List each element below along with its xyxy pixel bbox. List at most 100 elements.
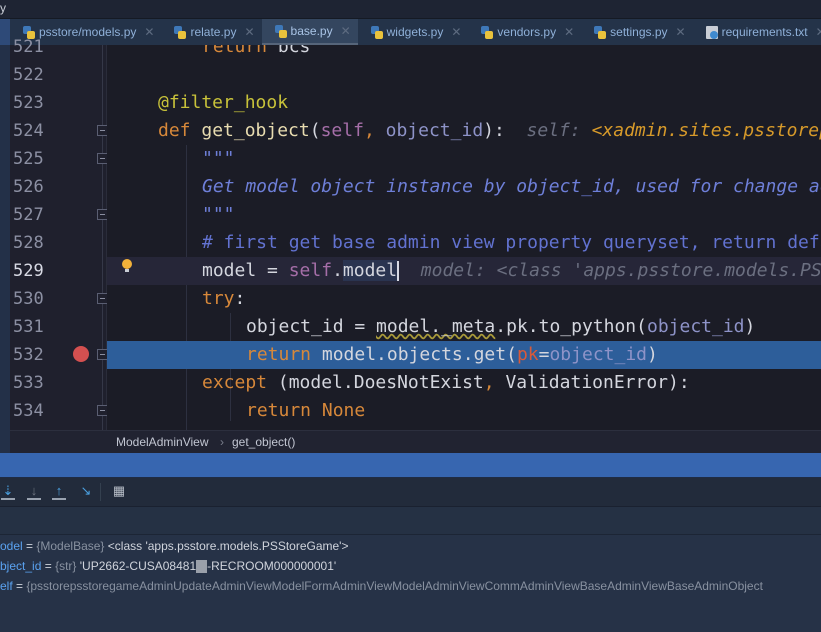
code-token: <xadmin.sites.psstoreps xyxy=(591,120,821,141)
line-number[interactable]: 527 xyxy=(10,201,107,229)
code-token: None xyxy=(311,400,366,421)
line-number[interactable]: 533 xyxy=(10,369,107,397)
tab-widgets-py[interactable]: widgets.py ✕ xyxy=(358,19,469,45)
code-token: model.objects.get( xyxy=(311,344,517,365)
step-into-icon[interactable]: ↓ xyxy=(27,484,41,500)
code-line[interactable]: return model.objects.get(pk=object_id) xyxy=(107,341,821,369)
line-number[interactable]: 528 xyxy=(10,229,107,257)
code-editor[interactable]: return bcs @filter_hook def get_object(sel… xyxy=(107,45,821,430)
window-title-bar: y xyxy=(0,0,821,18)
run-to-cursor-icon[interactable]: ↘ xyxy=(79,484,93,500)
code-token: ): xyxy=(483,120,527,141)
breadcrumb-separator: › xyxy=(220,435,224,449)
code-token: ValidationError): xyxy=(494,372,690,393)
code-token: .pk.to_python( xyxy=(495,316,647,337)
breadcrumb: ModelAdminView › get_object() xyxy=(10,430,821,453)
window-title: y xyxy=(0,1,6,15)
code-token: """ xyxy=(202,204,235,225)
variable-row[interactable]: elf = {psstorepsstoregameAdminUpdateAdmi… xyxy=(0,576,763,596)
breadcrumb-item-class[interactable]: ModelAdminView xyxy=(116,431,209,453)
line-number[interactable]: 522 xyxy=(10,61,107,89)
code-token: . xyxy=(332,260,343,281)
code-line[interactable]: Get model object instance by object_id, … xyxy=(107,173,821,201)
line-number[interactable]: 530 xyxy=(10,285,107,313)
code-token: """ xyxy=(202,148,235,169)
variables-panel: odel = {ModelBase} <class 'apps.psstore.… xyxy=(0,535,821,632)
code-line[interactable] xyxy=(107,61,821,89)
frames-bar xyxy=(0,507,821,535)
code-token: bcs xyxy=(267,45,311,57)
code-token: object_id xyxy=(385,120,484,141)
code-line[interactable]: return bcs xyxy=(107,45,821,61)
close-tab-icon[interactable]: ✕ xyxy=(564,25,574,39)
line-number[interactable]: 521 xyxy=(10,33,107,61)
code-token: Get model object instance by object_id, … xyxy=(202,176,821,197)
debug-toolbar: ⇣ ↓ ↑ ↘ ▦ xyxy=(0,478,821,507)
code-line[interactable]: # first get base admin view property que… xyxy=(107,229,821,257)
code-token: self xyxy=(320,120,364,141)
code-token: self: xyxy=(526,120,592,141)
tab-relate-py[interactable]: relate.py ✕ xyxy=(161,19,261,45)
line-number[interactable]: 529 xyxy=(10,257,107,285)
python-file-icon xyxy=(594,25,607,39)
line-number[interactable]: 532 xyxy=(10,341,107,369)
tab-label: relate.py xyxy=(190,25,237,39)
breakpoint-icon[interactable] xyxy=(73,346,89,362)
python-file-icon xyxy=(274,24,287,38)
close-tab-icon[interactable]: ✕ xyxy=(244,25,254,39)
line-number[interactable]: 531 xyxy=(10,313,107,341)
code-token: model: <class 'apps.psstore.models.PSSto… xyxy=(420,260,821,281)
line-number[interactable]: 523 xyxy=(10,89,107,117)
code-token: except xyxy=(202,372,268,393)
code-line[interactable]: return None xyxy=(107,397,821,425)
python-file-icon xyxy=(174,25,187,39)
line-number[interactable]: 525 xyxy=(10,145,107,173)
tab-label: base.py xyxy=(290,24,333,38)
evaluate-expression-icon[interactable]: ▦ xyxy=(112,484,126,500)
code-token: ( xyxy=(309,120,321,141)
code-line[interactable]: object_id = model._meta.pk.to_python(obj… xyxy=(107,313,821,341)
code-line[interactable]: def get_object(self, object_id): self: <… xyxy=(107,117,821,145)
code-token: object_id xyxy=(549,344,648,365)
tab-settings-py[interactable]: settings.py ✕ xyxy=(581,19,692,45)
redacted-block xyxy=(196,560,208,574)
tab-vendors-py[interactable]: vendors.py ✕ xyxy=(468,19,581,45)
line-number[interactable]: 524 xyxy=(10,117,107,145)
step-over-icon[interactable]: ⇣ xyxy=(1,484,15,500)
tab-requirements-txt[interactable]: requirements.txt ✕ xyxy=(693,19,821,45)
lightbulb-icon[interactable] xyxy=(122,259,132,272)
close-tab-icon[interactable]: ✕ xyxy=(676,25,686,39)
tab-label: requirements.txt xyxy=(721,25,808,39)
code-token: object_id xyxy=(646,316,745,337)
breadcrumb-item-method[interactable]: get_object() xyxy=(232,431,295,453)
line-number[interactable]: 534 xyxy=(10,397,107,425)
code-line[interactable]: try: xyxy=(107,285,821,313)
close-tab-icon[interactable]: ✕ xyxy=(144,25,154,39)
step-out-icon[interactable]: ↑ xyxy=(52,484,66,500)
variable-row[interactable]: odel = {ModelBase} <class 'apps.psstore.… xyxy=(0,536,348,556)
tab-strip-edge xyxy=(0,19,10,45)
code-token: return xyxy=(202,45,268,57)
code-token: get_object xyxy=(201,120,310,141)
variable-row[interactable]: bject_id = {str} 'UP2662-CUSA08481 -RECRO… xyxy=(0,556,336,576)
code-token: return xyxy=(246,400,312,421)
code-token: self xyxy=(288,260,333,281)
code-line[interactable]: model = self.model model: <class 'apps.p… xyxy=(107,257,821,285)
code-token: return xyxy=(246,344,312,365)
tab-base-py[interactable]: base.py ✕ xyxy=(261,19,358,45)
python-file-icon xyxy=(370,25,383,39)
tool-window-strip xyxy=(0,45,10,453)
editor-gutter[interactable]: 521 522 523 524 525 526 527 528 529 530 531 532 533 5… xyxy=(10,37,108,430)
code-line[interactable]: """ xyxy=(107,145,821,173)
code-token: = xyxy=(538,344,550,365)
code-line[interactable]: @filter_hook xyxy=(107,89,821,117)
line-number[interactable]: 526 xyxy=(10,173,107,201)
close-tab-icon[interactable]: ✕ xyxy=(341,24,351,38)
close-tab-icon[interactable]: ✕ xyxy=(816,25,821,39)
code-line[interactable]: except (model.DoesNotExist, ValidationEr… xyxy=(107,369,821,397)
code-line[interactable]: """ xyxy=(107,201,821,229)
close-tab-icon[interactable]: ✕ xyxy=(451,25,461,39)
code-token: pk xyxy=(516,344,539,365)
code-token: try xyxy=(202,288,235,309)
code-token: model = xyxy=(202,260,289,281)
